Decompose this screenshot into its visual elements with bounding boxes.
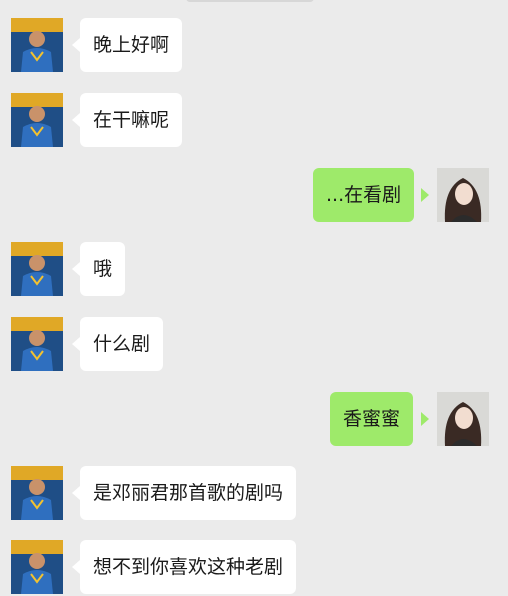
bubble-tail [72, 337, 80, 351]
message-bubble-outgoing[interactable]: ...在看剧 [313, 168, 415, 222]
message-bubble-incoming[interactable]: 是邓丽君那首歌的剧吗 [80, 466, 297, 520]
message-bubble-outgoing[interactable]: 香蜜蜜 [330, 392, 414, 446]
bubble-tail [421, 188, 429, 202]
message-bubble-incoming[interactable]: 晚上好啊 [80, 18, 183, 72]
message-bubble-incoming[interactable]: 在干嘛呢 [80, 93, 183, 147]
bubble-tail [421, 412, 429, 426]
bubble-tail [72, 38, 80, 52]
timestamp-pill [186, 0, 314, 2]
contact-avatar-icon[interactable] [11, 18, 63, 72]
message-bubble-incoming[interactable]: 哦 [80, 242, 126, 296]
bubble-tail [72, 486, 80, 500]
bubble-tail [72, 113, 80, 127]
my-avatar-icon[interactable] [437, 168, 489, 222]
contact-avatar-icon[interactable] [11, 317, 63, 371]
message-bubble-incoming[interactable]: 想不到你喜欢这种老剧 [80, 540, 297, 594]
chat-area: 晚上好啊 在干嘛呢 ...在看剧 哦 什么剧 香蜜蜜 是邓丽君那首歌的剧吗 想不… [0, 0, 508, 596]
contact-avatar-icon[interactable] [11, 540, 63, 594]
contact-avatar-icon[interactable] [11, 93, 63, 147]
contact-avatar-icon[interactable] [11, 466, 63, 520]
bubble-tail [72, 262, 80, 276]
bubble-tail [72, 560, 80, 574]
contact-avatar-icon[interactable] [11, 242, 63, 296]
my-avatar-icon[interactable] [437, 392, 489, 446]
message-bubble-incoming[interactable]: 什么剧 [80, 317, 164, 371]
